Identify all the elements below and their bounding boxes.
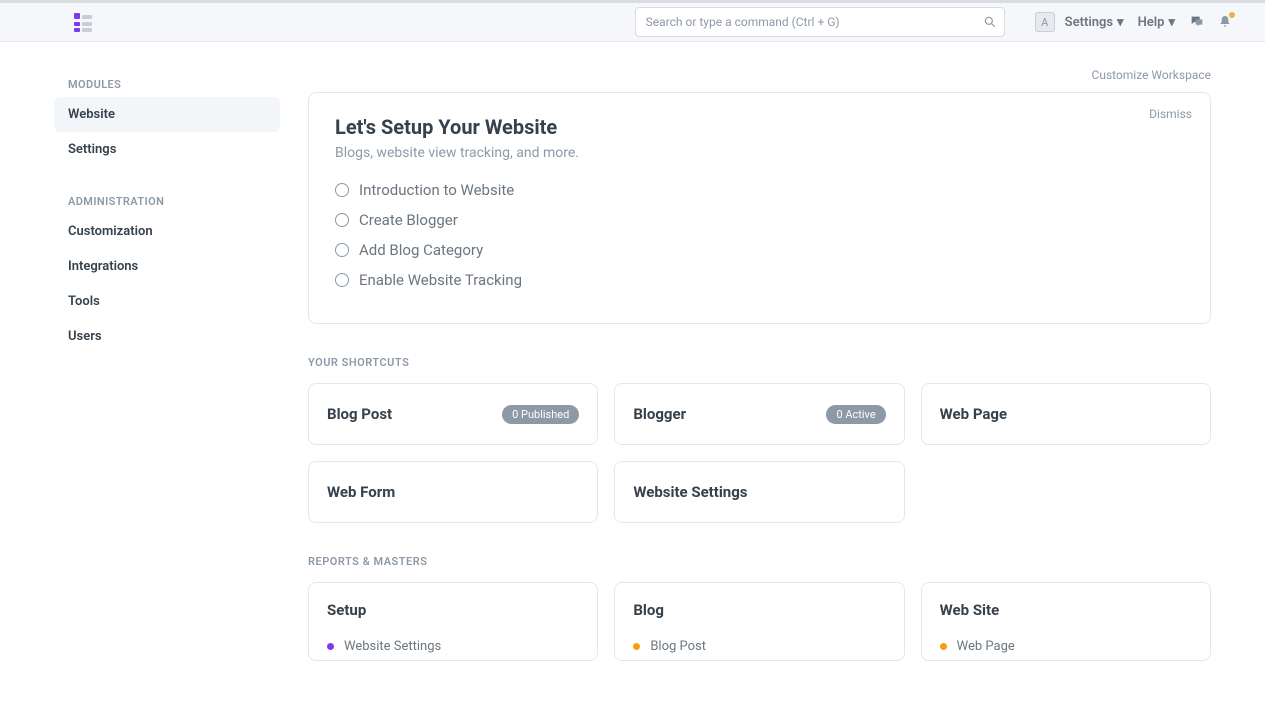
shortcut-card-blog-post[interactable]: Blog Post 0 Published <box>308 383 598 445</box>
sidebar-item-tools[interactable]: Tools <box>54 284 280 319</box>
shortcut-card-web-page[interactable]: Web Page <box>921 383 1211 445</box>
avatar[interactable]: A <box>1035 12 1055 32</box>
report-title: Setup <box>327 601 579 619</box>
bullet-icon <box>633 643 640 650</box>
setup-step[interactable]: Introduction to Website <box>335 181 1184 199</box>
setup-title: Let's Setup Your Website <box>335 115 1184 139</box>
shortcut-label: Website Settings <box>633 483 747 501</box>
step-label: Enable Website Tracking <box>359 271 522 289</box>
bell-icon[interactable] <box>1217 14 1233 30</box>
setup-step[interactable]: Add Blog Category <box>335 241 1184 259</box>
unchecked-circle-icon <box>335 243 349 257</box>
sidebar: MODULESWebsiteSettings ADMINISTRATIONCust… <box>54 42 280 701</box>
report-card-setup: Setup Website Settings <box>308 582 598 661</box>
report-item[interactable]: Blog Post <box>633 633 885 660</box>
caret-down-icon: ▾ <box>1168 15 1175 30</box>
shortcuts-section-title: YOUR SHORTCUTS <box>308 356 1211 369</box>
report-card-web-site: Web Site Web Page <box>921 582 1211 661</box>
unchecked-circle-icon <box>335 183 349 197</box>
unchecked-circle-icon <box>335 213 349 227</box>
search-input[interactable] <box>635 7 1005 37</box>
unchecked-circle-icon <box>335 273 349 287</box>
customize-workspace-link[interactable]: Customize Workspace <box>1092 68 1211 82</box>
shortcut-label: Blog Post <box>327 405 392 423</box>
sidebar-item-integrations[interactable]: Integrations <box>54 249 280 284</box>
report-item-label: Web Page <box>957 639 1015 654</box>
report-item-label: Blog Post <box>650 639 706 654</box>
main-content: Customize Workspace Dismiss Let's Setup … <box>280 42 1211 701</box>
status-badge: 0 Published <box>502 405 579 424</box>
report-item[interactable]: Web Page <box>940 633 1192 660</box>
report-item[interactable]: Website Settings <box>327 633 579 660</box>
dismiss-button[interactable]: Dismiss <box>1149 107 1192 121</box>
reports-section-title: REPORTS & MASTERS <box>308 555 1211 568</box>
shortcut-label: Web Page <box>940 405 1007 423</box>
sidebar-item-website[interactable]: Website <box>54 97 280 132</box>
app-logo[interactable] <box>72 10 96 34</box>
help-menu[interactable]: Help▾ <box>1138 15 1175 30</box>
step-label: Create Blogger <box>359 211 458 229</box>
setup-step[interactable]: Create Blogger <box>335 211 1184 229</box>
sidebar-item-customization[interactable]: Customization <box>54 214 280 249</box>
sidebar-section-title: MODULES <box>54 72 280 97</box>
step-label: Add Blog Category <box>359 241 483 259</box>
bullet-icon <box>327 643 334 650</box>
notification-dot <box>1229 12 1235 18</box>
sidebar-item-settings[interactable]: Settings <box>54 132 280 167</box>
report-title: Web Site <box>940 601 1192 619</box>
search-icon[interactable] <box>983 14 997 28</box>
settings-label: Settings <box>1065 15 1113 30</box>
shortcut-label: Blogger <box>633 405 686 423</box>
caret-down-icon: ▾ <box>1117 15 1124 30</box>
settings-menu[interactable]: Settings ▾ <box>1065 15 1124 30</box>
setup-step[interactable]: Enable Website Tracking <box>335 271 1184 289</box>
shortcut-card-blogger[interactable]: Blogger 0 Active <box>614 383 904 445</box>
setup-card: Dismiss Let's Setup Your Website Blogs, … <box>308 92 1211 324</box>
status-badge: 0 Active <box>826 405 885 424</box>
sidebar-section-title: ADMINISTRATION <box>54 189 280 214</box>
bullet-icon <box>940 643 947 650</box>
report-card-blog: Blog Blog Post <box>614 582 904 661</box>
shortcut-card-web-form[interactable]: Web Form <box>308 461 598 523</box>
step-label: Introduction to Website <box>359 181 514 199</box>
report-item-label: Website Settings <box>344 639 441 654</box>
sidebar-item-users[interactable]: Users <box>54 319 280 354</box>
navbar: A Settings▾ Help▾ <box>0 0 1265 42</box>
report-title: Blog <box>633 601 885 619</box>
shortcut-label: Web Form <box>327 483 395 501</box>
chat-icon[interactable] <box>1189 14 1205 30</box>
search-wrap <box>635 7 1005 37</box>
setup-subtitle: Blogs, website view tracking, and more. <box>335 145 1184 161</box>
shortcut-card-website-settings[interactable]: Website Settings <box>614 461 904 523</box>
help-label: Help <box>1138 15 1165 30</box>
